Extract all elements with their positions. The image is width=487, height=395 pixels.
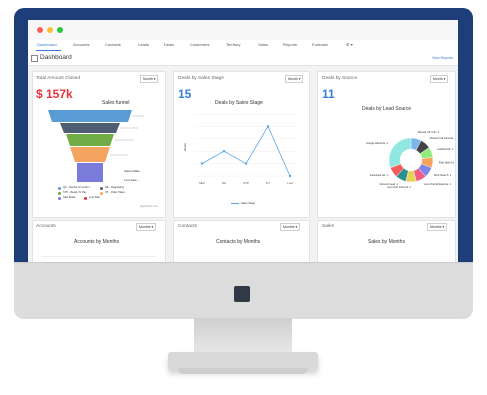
- minimize-window-dot[interactable]: [47, 27, 53, 33]
- funnel-label: Lost Sale, ...: [124, 178, 141, 182]
- monitor-base-edge: [178, 368, 308, 374]
- settings-menu[interactable]: ⚙ ▾: [346, 42, 353, 47]
- total-amount-value: $ 157k: [36, 87, 73, 101]
- month-dropdown[interactable]: Month ▾: [140, 75, 159, 83]
- pie-slice-label: Paid Web Ad: 1: [439, 160, 454, 164]
- funnel-label: Sales Made: [124, 169, 140, 173]
- legend-line: [231, 203, 239, 204]
- monitor-stand: [194, 318, 292, 354]
- y-axis-label: Deals: [182, 143, 187, 151]
- chart-title: Accounts by Months: [74, 239, 120, 245]
- select-checkbox[interactable]: [31, 55, 38, 62]
- x-tick-label: SEU: [199, 181, 205, 185]
- pie-slice-label: Google Adwords: 4: [366, 141, 388, 145]
- sales-funnel-chart: [48, 110, 144, 182]
- x-tick-label: OT: [266, 181, 270, 185]
- x-tick-label: STP: [243, 181, 249, 185]
- data-point[interactable]: [244, 162, 248, 165]
- funnel-segment-ne[interactable]: [60, 123, 120, 133]
- legend-dot: [58, 192, 61, 195]
- pie-slice-label: Facebook Ad: 1: [370, 173, 389, 177]
- month-dropdown[interactable]: Month ▾: [430, 75, 449, 83]
- tab-contacts[interactable]: Contacts: [105, 42, 121, 47]
- page-title: Dashboard: [40, 54, 72, 61]
- months-dropdown[interactable]: Months ▾: [136, 223, 157, 231]
- funnel-legend-item[interactable]: STP - Ready To Pay: [63, 191, 86, 194]
- chart-title: Contacts by Months: [216, 239, 261, 245]
- tab-accounts[interactable]: Accounts: [73, 42, 89, 47]
- window-titlebar: [28, 20, 458, 40]
- tab-deals[interactable]: Deals: [164, 42, 174, 47]
- screen: Dashboard Accounts Contacts Leads Deals …: [28, 20, 458, 262]
- data-point[interactable]: [288, 174, 292, 178]
- deals-source-count-value: 11: [322, 87, 335, 101]
- maximize-window-dot[interactable]: [57, 27, 63, 33]
- pie-slice-label: Inbound Lead: 1: [379, 182, 398, 186]
- card-title: Total Amount Closed: [36, 76, 80, 81]
- tab-territory[interactable]: Territory: [226, 42, 240, 47]
- chart-title: Deals by Lead Source: [362, 106, 412, 112]
- card-title: Contacts: [178, 224, 197, 229]
- power-button[interactable]: [234, 286, 250, 302]
- card-title: Deals by Source: [322, 76, 358, 81]
- view-reports-link[interactable]: View Reports: [432, 56, 453, 60]
- deals-count-value: 15: [178, 87, 192, 101]
- chart-title: Sales by Months: [368, 239, 405, 245]
- deals-by-source-donut: Manual US Coin: 1 Missed Call General: 1 J…: [366, 130, 454, 189]
- chart-credit: Highcharts.com: [140, 205, 159, 208]
- legend-dot: [58, 197, 61, 200]
- grid-line: [42, 256, 156, 257]
- month-dropdown[interactable]: Month ▾: [285, 75, 304, 83]
- tab-dashboard[interactable]: Dashboard: [37, 42, 57, 47]
- tab-customers[interactable]: Customers: [190, 42, 209, 47]
- months-dropdown[interactable]: Months ▾: [280, 223, 301, 231]
- funnel-legend-item[interactable]: Lost Sale: [89, 196, 100, 199]
- funnel-segment-stp[interactable]: [66, 134, 114, 146]
- card-title: Sales: [322, 224, 334, 229]
- close-window-dot[interactable]: [37, 27, 43, 33]
- legend-dot: [84, 197, 87, 200]
- legend-item-sales-stage[interactable]: Sales Stage: [241, 202, 255, 205]
- pie-slice-label: Manual US Coin: 1: [418, 130, 440, 134]
- tab-sales[interactable]: Sales: [258, 42, 268, 47]
- x-tick-label: NG: [222, 181, 227, 185]
- card-title: Deals by Sales Stage: [178, 76, 224, 81]
- pie-slice-label: Live Chat Exhaustive: 1: [424, 182, 452, 186]
- pie-slice-label: Web Search: 1: [434, 173, 452, 177]
- tab-forecast[interactable]: Forecast: [312, 42, 328, 47]
- x-tick-label: Lost: [287, 181, 293, 185]
- legend-dot: [58, 187, 61, 190]
- funnel-legend-item[interactable]: Sale Made: [63, 196, 75, 199]
- months-dropdown[interactable]: Months ▾: [427, 223, 448, 231]
- page-header: [28, 51, 458, 66]
- legend-dot: [100, 192, 103, 195]
- legend-dot: [100, 187, 103, 190]
- funnel-legend-item[interactable]: NE - Negotiating: [105, 186, 124, 189]
- chart-title: Sales funnel: [102, 100, 130, 106]
- funnel-segment-ot[interactable]: [70, 147, 110, 162]
- pie-slice-label: Missed Call General: 1: [430, 136, 454, 140]
- funnel-legend-item[interactable]: OT - Order Taken: [105, 191, 125, 194]
- funnel-segment-qc[interactable]: [48, 110, 132, 122]
- deals-by-stage-line-chart: SEU NG STP OT Lost: [194, 113, 298, 185]
- funnel-segment-sale-made[interactable]: [77, 163, 103, 182]
- tab-reports[interactable]: Reports: [283, 42, 297, 47]
- card-title: Accounts: [36, 224, 56, 229]
- tab-leads[interactable]: Leads: [138, 42, 149, 47]
- data-point[interactable]: [266, 125, 270, 128]
- data-point[interactable]: [200, 162, 204, 165]
- chart-title: Deals by Sales Stage: [215, 100, 263, 106]
- data-point[interactable]: [222, 150, 226, 153]
- funnel-legend-item[interactable]: QC - Decide & Confirm: [63, 186, 90, 189]
- pie-slice[interactable]: [388, 137, 412, 169]
- pie-slice-label: JustDial Ad: 1: [437, 147, 453, 151]
